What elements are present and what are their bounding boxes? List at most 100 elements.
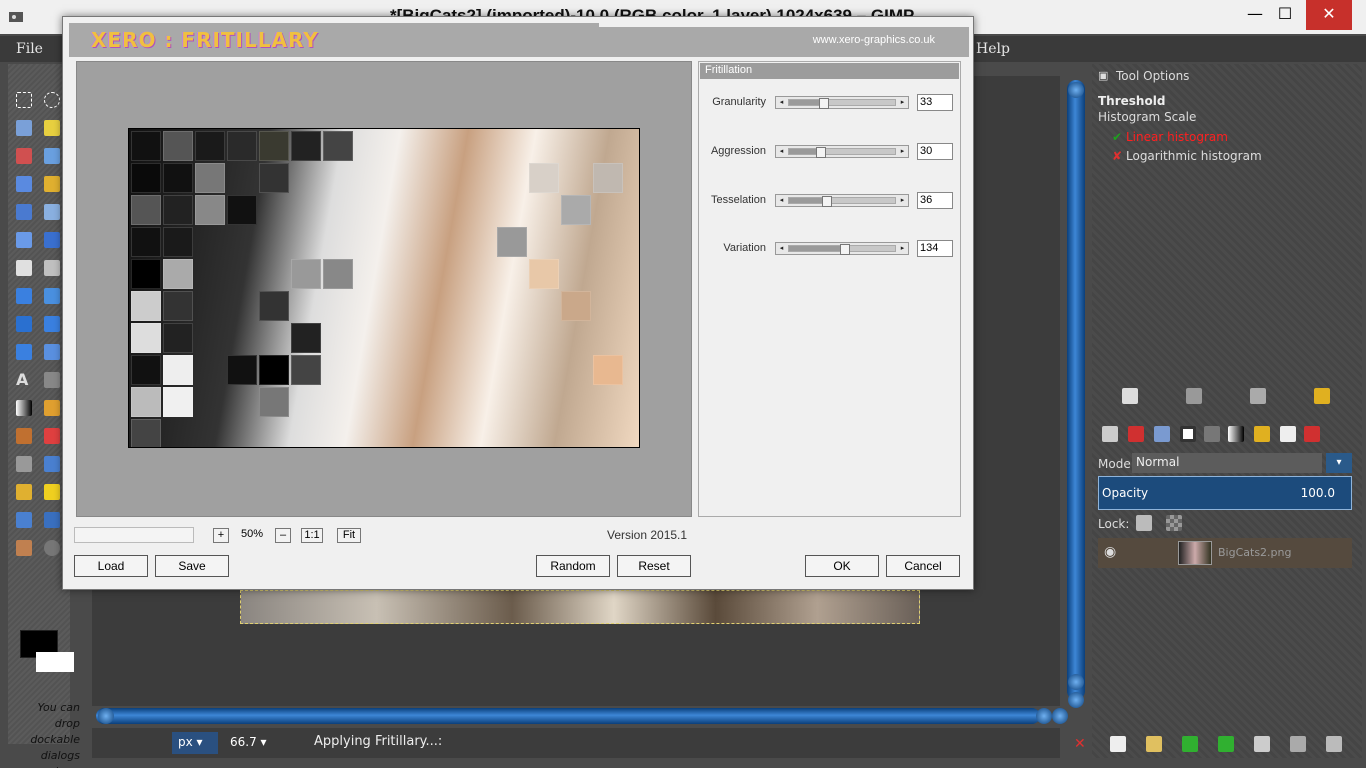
aggression-input[interactable]: 30 <box>917 143 953 160</box>
close-dock-icon[interactable]: ✕ <box>1074 736 1090 752</box>
delete-options-icon[interactable] <box>1250 388 1266 404</box>
zoom-1to1-button[interactable]: 1:1 <box>301 528 323 543</box>
duplicate-layer-icon[interactable] <box>1254 736 1270 752</box>
heal-tool-icon[interactable] <box>44 484 60 500</box>
paths-tool-icon[interactable] <box>44 176 60 192</box>
text-tool-icon[interactable]: A <box>16 372 32 388</box>
fuzzy-select-tool-icon[interactable] <box>44 120 60 136</box>
color-select-tool-icon[interactable] <box>16 148 32 164</box>
scissors-tool-icon[interactable] <box>44 148 60 164</box>
scroll-left-icon[interactable] <box>98 708 114 724</box>
ellipse-select-tool-icon[interactable] <box>44 92 60 108</box>
shear-tool-icon[interactable] <box>16 316 32 332</box>
scale-tool-icon[interactable] <box>44 288 60 304</box>
horizontal-scrollbar[interactable] <box>96 708 1040 724</box>
rect-select-tool-icon[interactable] <box>16 92 32 108</box>
image-canvas-visible-part[interactable] <box>240 590 920 624</box>
background-color-swatch[interactable] <box>36 652 74 672</box>
variation-input[interactable]: 134 <box>917 240 953 257</box>
dodge-burn-tool-icon[interactable] <box>44 540 60 556</box>
airbrush-tool-icon[interactable] <box>16 456 32 472</box>
logarithmic-histogram-radio[interactable]: ✘ Logarithmic histogram <box>1112 149 1262 163</box>
random-button[interactable]: Random <box>536 555 610 577</box>
slider-trough[interactable] <box>788 147 896 158</box>
gradients-tab-icon[interactable] <box>1228 426 1244 442</box>
scroll-down-icon[interactable] <box>1068 674 1084 690</box>
navigate-icon[interactable] <box>1068 692 1084 708</box>
crop-tool-icon[interactable] <box>44 260 60 276</box>
zoom-fit-icon[interactable] <box>1052 708 1068 724</box>
slider-trough[interactable] <box>788 196 896 207</box>
save-options-icon[interactable] <box>1122 388 1138 404</box>
menu-file[interactable]: File <box>16 41 43 57</box>
zoom-in-button[interactable]: + <box>213 528 229 543</box>
slider-left-arrow-icon[interactable]: ◂ <box>776 97 787 108</box>
reset-button[interactable]: Reset <box>617 555 691 577</box>
slider-thumb[interactable] <box>815 147 826 158</box>
paths-tab-icon[interactable] <box>1154 426 1170 442</box>
maximize-button[interactable]: ☐ <box>1262 0 1308 30</box>
foreground-select-tool-icon[interactable] <box>16 176 32 192</box>
granularity-input[interactable]: 33 <box>917 94 953 111</box>
fonts-tab-icon[interactable] <box>1280 426 1296 442</box>
linear-histogram-radio[interactable]: ✔ Linear histogram <box>1112 130 1228 144</box>
perspective-tool-icon[interactable] <box>44 316 60 332</box>
rotate-tool-icon[interactable] <box>16 288 32 304</box>
save-button[interactable]: Save <box>155 555 229 577</box>
slider-right-arrow-icon[interactable]: ▸ <box>897 97 908 108</box>
blur-tool-icon[interactable] <box>44 512 60 528</box>
scroll-right-icon[interactable] <box>1036 708 1052 724</box>
unit-select[interactable]: px ▾ <box>172 732 218 754</box>
slider-left-arrow-icon[interactable]: ◂ <box>776 243 787 254</box>
restore-options-icon[interactable] <box>1186 388 1202 404</box>
slider-thumb[interactable] <box>818 98 829 109</box>
warning-tab-icon[interactable] <box>1304 426 1320 442</box>
zoom-select[interactable]: 66.7 ▾ <box>228 732 302 754</box>
delete-layer-icon[interactable] <box>1326 736 1342 752</box>
lock-pixels-icon[interactable] <box>1136 515 1152 531</box>
clone-tool-icon[interactable] <box>16 484 32 500</box>
slider-right-arrow-icon[interactable]: ▸ <box>897 195 908 206</box>
cage-tool-icon[interactable] <box>44 344 60 360</box>
opacity-slider[interactable]: Opacity 100.0 <box>1098 476 1352 510</box>
blend-tool-icon[interactable] <box>16 400 32 416</box>
new-layer-icon[interactable] <box>1110 736 1126 752</box>
histogram-tab-icon[interactable] <box>1204 426 1220 442</box>
slider-trough[interactable] <box>788 244 896 255</box>
slider-trough[interactable] <box>788 98 896 109</box>
mode-select[interactable]: Normal <box>1132 453 1322 473</box>
eye-icon[interactable]: ◉ <box>1104 544 1124 560</box>
slider-left-arrow-icon[interactable]: ◂ <box>776 195 787 206</box>
perspective-clone-tool-icon[interactable] <box>16 512 32 528</box>
smudge-tool-icon[interactable] <box>16 540 32 556</box>
move-tool-icon[interactable] <box>44 232 60 248</box>
measure-tool-icon[interactable] <box>16 232 32 248</box>
load-button[interactable]: Load <box>74 555 148 577</box>
slider-left-arrow-icon[interactable]: ◂ <box>776 146 787 157</box>
zoom-fit-button[interactable]: Fit <box>337 528 361 543</box>
slider-thumb[interactable] <box>822 196 833 207</box>
ink-tool-icon[interactable] <box>44 456 60 472</box>
ok-button[interactable]: OK <box>805 555 879 577</box>
align-tool-icon[interactable] <box>16 260 32 276</box>
zoom-out-button[interactable]: – <box>275 528 291 543</box>
preview-image[interactable] <box>128 128 640 448</box>
new-layer-group-icon[interactable] <box>1146 736 1162 752</box>
slider-right-arrow-icon[interactable]: ▸ <box>897 243 908 254</box>
reset-options-icon[interactable] <box>1314 388 1330 404</box>
slider-right-arrow-icon[interactable]: ▸ <box>897 146 908 157</box>
granularity-slider[interactable]: ◂ ▸ <box>775 96 909 109</box>
channels-tab-icon[interactable] <box>1128 426 1144 442</box>
lock-alpha-icon[interactable] <box>1166 515 1182 531</box>
bucket-fill-tool-icon[interactable] <box>44 372 60 388</box>
color-picker-tool-icon[interactable] <box>16 204 32 220</box>
variation-slider[interactable]: ◂ ▸ <box>775 242 909 255</box>
vertical-scrollbar[interactable] <box>1067 80 1085 700</box>
pencil-tool-icon[interactable] <box>44 400 60 416</box>
undo-history-tab-icon[interactable] <box>1254 426 1270 442</box>
tesselation-slider[interactable]: ◂ ▸ <box>775 194 909 207</box>
lasso-tool-icon[interactable] <box>16 120 32 136</box>
cancel-button[interactable]: Cancel <box>886 555 960 577</box>
layers-tab-icon[interactable] <box>1102 426 1118 442</box>
paintbrush-tool-icon[interactable] <box>16 428 32 444</box>
